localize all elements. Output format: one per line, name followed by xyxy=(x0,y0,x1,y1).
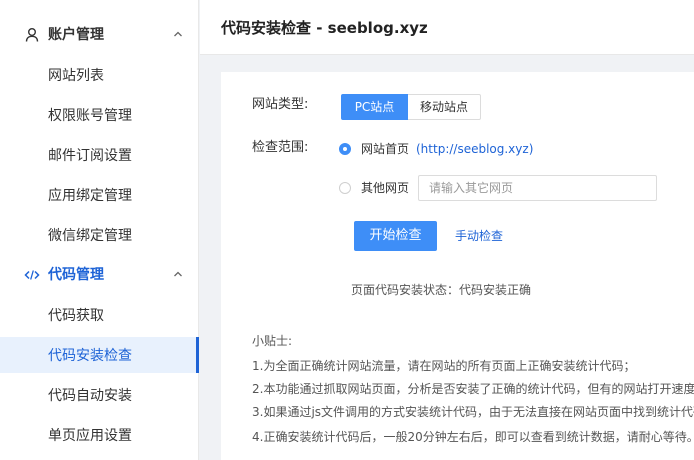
scope-home-radio[interactable] xyxy=(339,143,351,155)
sidebar-item-label: 单页应用设置 xyxy=(48,428,132,444)
sidebar-group-code[interactable]: 代码管理 xyxy=(0,255,199,295)
sidebar-item-install-check[interactable]: 代码安装检查 xyxy=(0,337,199,373)
install-status-text: 页面代码安装状态：代码安装正确 xyxy=(351,283,532,297)
page-title: 代码安装检查 - seeblog.xyz xyxy=(221,19,428,37)
site-type-label: 网站类型: xyxy=(252,97,309,112)
manual-check-button[interactable]: 手动检查 xyxy=(455,228,503,244)
user-icon xyxy=(25,28,39,42)
tip-item: 1.为全面正确统计网站流量，请在网站的所有页面上正确安装统计代码； xyxy=(252,359,636,373)
sidebar-group-account[interactable]: 账户管理 xyxy=(0,15,199,55)
start-check-button[interactable]: 开始检查 xyxy=(354,221,437,251)
code-icon xyxy=(24,270,40,280)
chevron-up-icon[interactable] xyxy=(172,268,184,280)
sidebar-item-label: 微信绑定管理 xyxy=(48,228,132,244)
sidebar-item-get-code[interactable]: 代码获取 xyxy=(0,297,199,333)
tip-item: 2.本功能通过抓取网站页面，分析是否安装了正确的统计代码，但有的网站打开速度 xyxy=(252,382,694,396)
scope-home-label: 网站首页 xyxy=(361,142,410,156)
sidebar-item-label: 权限账号管理 xyxy=(48,108,132,124)
install-check-panel xyxy=(221,72,694,460)
sidebar-item-auto-install[interactable]: 代码自动安装 xyxy=(0,377,199,413)
sidebar-item-wechat-binding[interactable]: 微信绑定管理 xyxy=(0,217,199,253)
tip-item: 3.如果通过js文件调用的方式安装统计代码，由于无法直接在网站页面中找到统计代码 xyxy=(252,405,694,419)
sidebar-item-spa-settings[interactable]: 单页应用设置 xyxy=(0,417,199,453)
page-header: 代码安装检查 - seeblog.xyz xyxy=(200,0,694,55)
sidebar-item-label: 代码安装检查 xyxy=(48,348,132,364)
scope-other-label: 其他网页 xyxy=(361,181,410,195)
app-root: 账户管理 网站列表 权限账号管理 邮件订阅设置 应用绑定管理 微信绑定管理 代码… xyxy=(0,0,694,460)
scope-home-url-link[interactable]: (http://seeblog.xyz) xyxy=(416,141,533,157)
chevron-up-icon[interactable] xyxy=(172,28,184,40)
other-page-input[interactable] xyxy=(418,175,657,201)
site-type-pc-option[interactable]: PC站点 xyxy=(341,94,408,120)
sidebar-item-label: 应用绑定管理 xyxy=(48,188,132,204)
tip-item: 4.正确安装统计代码后，一般20分钟左右后，即可以查看到统计数据，请耐心等待。 xyxy=(252,430,694,444)
sidebar-item-app-binding[interactable]: 应用绑定管理 xyxy=(0,177,199,213)
scope-other-radio[interactable] xyxy=(339,182,351,194)
sidebar-item-email-subscription[interactable]: 邮件订阅设置 xyxy=(0,137,199,173)
sidebar: 账户管理 网站列表 权限账号管理 邮件订阅设置 应用绑定管理 微信绑定管理 代码… xyxy=(0,0,199,460)
tips-title: 小贴士: xyxy=(252,334,293,348)
sidebar-item-label: 代码自动安装 xyxy=(48,388,132,404)
sidebar-group-label: 代码管理 xyxy=(48,267,104,283)
sidebar-item-permissions[interactable]: 权限账号管理 xyxy=(0,97,199,133)
sidebar-group-label: 账户管理 xyxy=(48,27,104,43)
sidebar-item-label: 代码获取 xyxy=(48,308,104,324)
scope-label: 检查范围: xyxy=(252,140,309,155)
sidebar-item-label: 网站列表 xyxy=(48,68,104,84)
sidebar-item-label: 邮件订阅设置 xyxy=(48,148,132,164)
site-type-mobile-option[interactable]: 移动站点 xyxy=(408,94,481,120)
sidebar-item-site-list[interactable]: 网站列表 xyxy=(0,57,199,93)
